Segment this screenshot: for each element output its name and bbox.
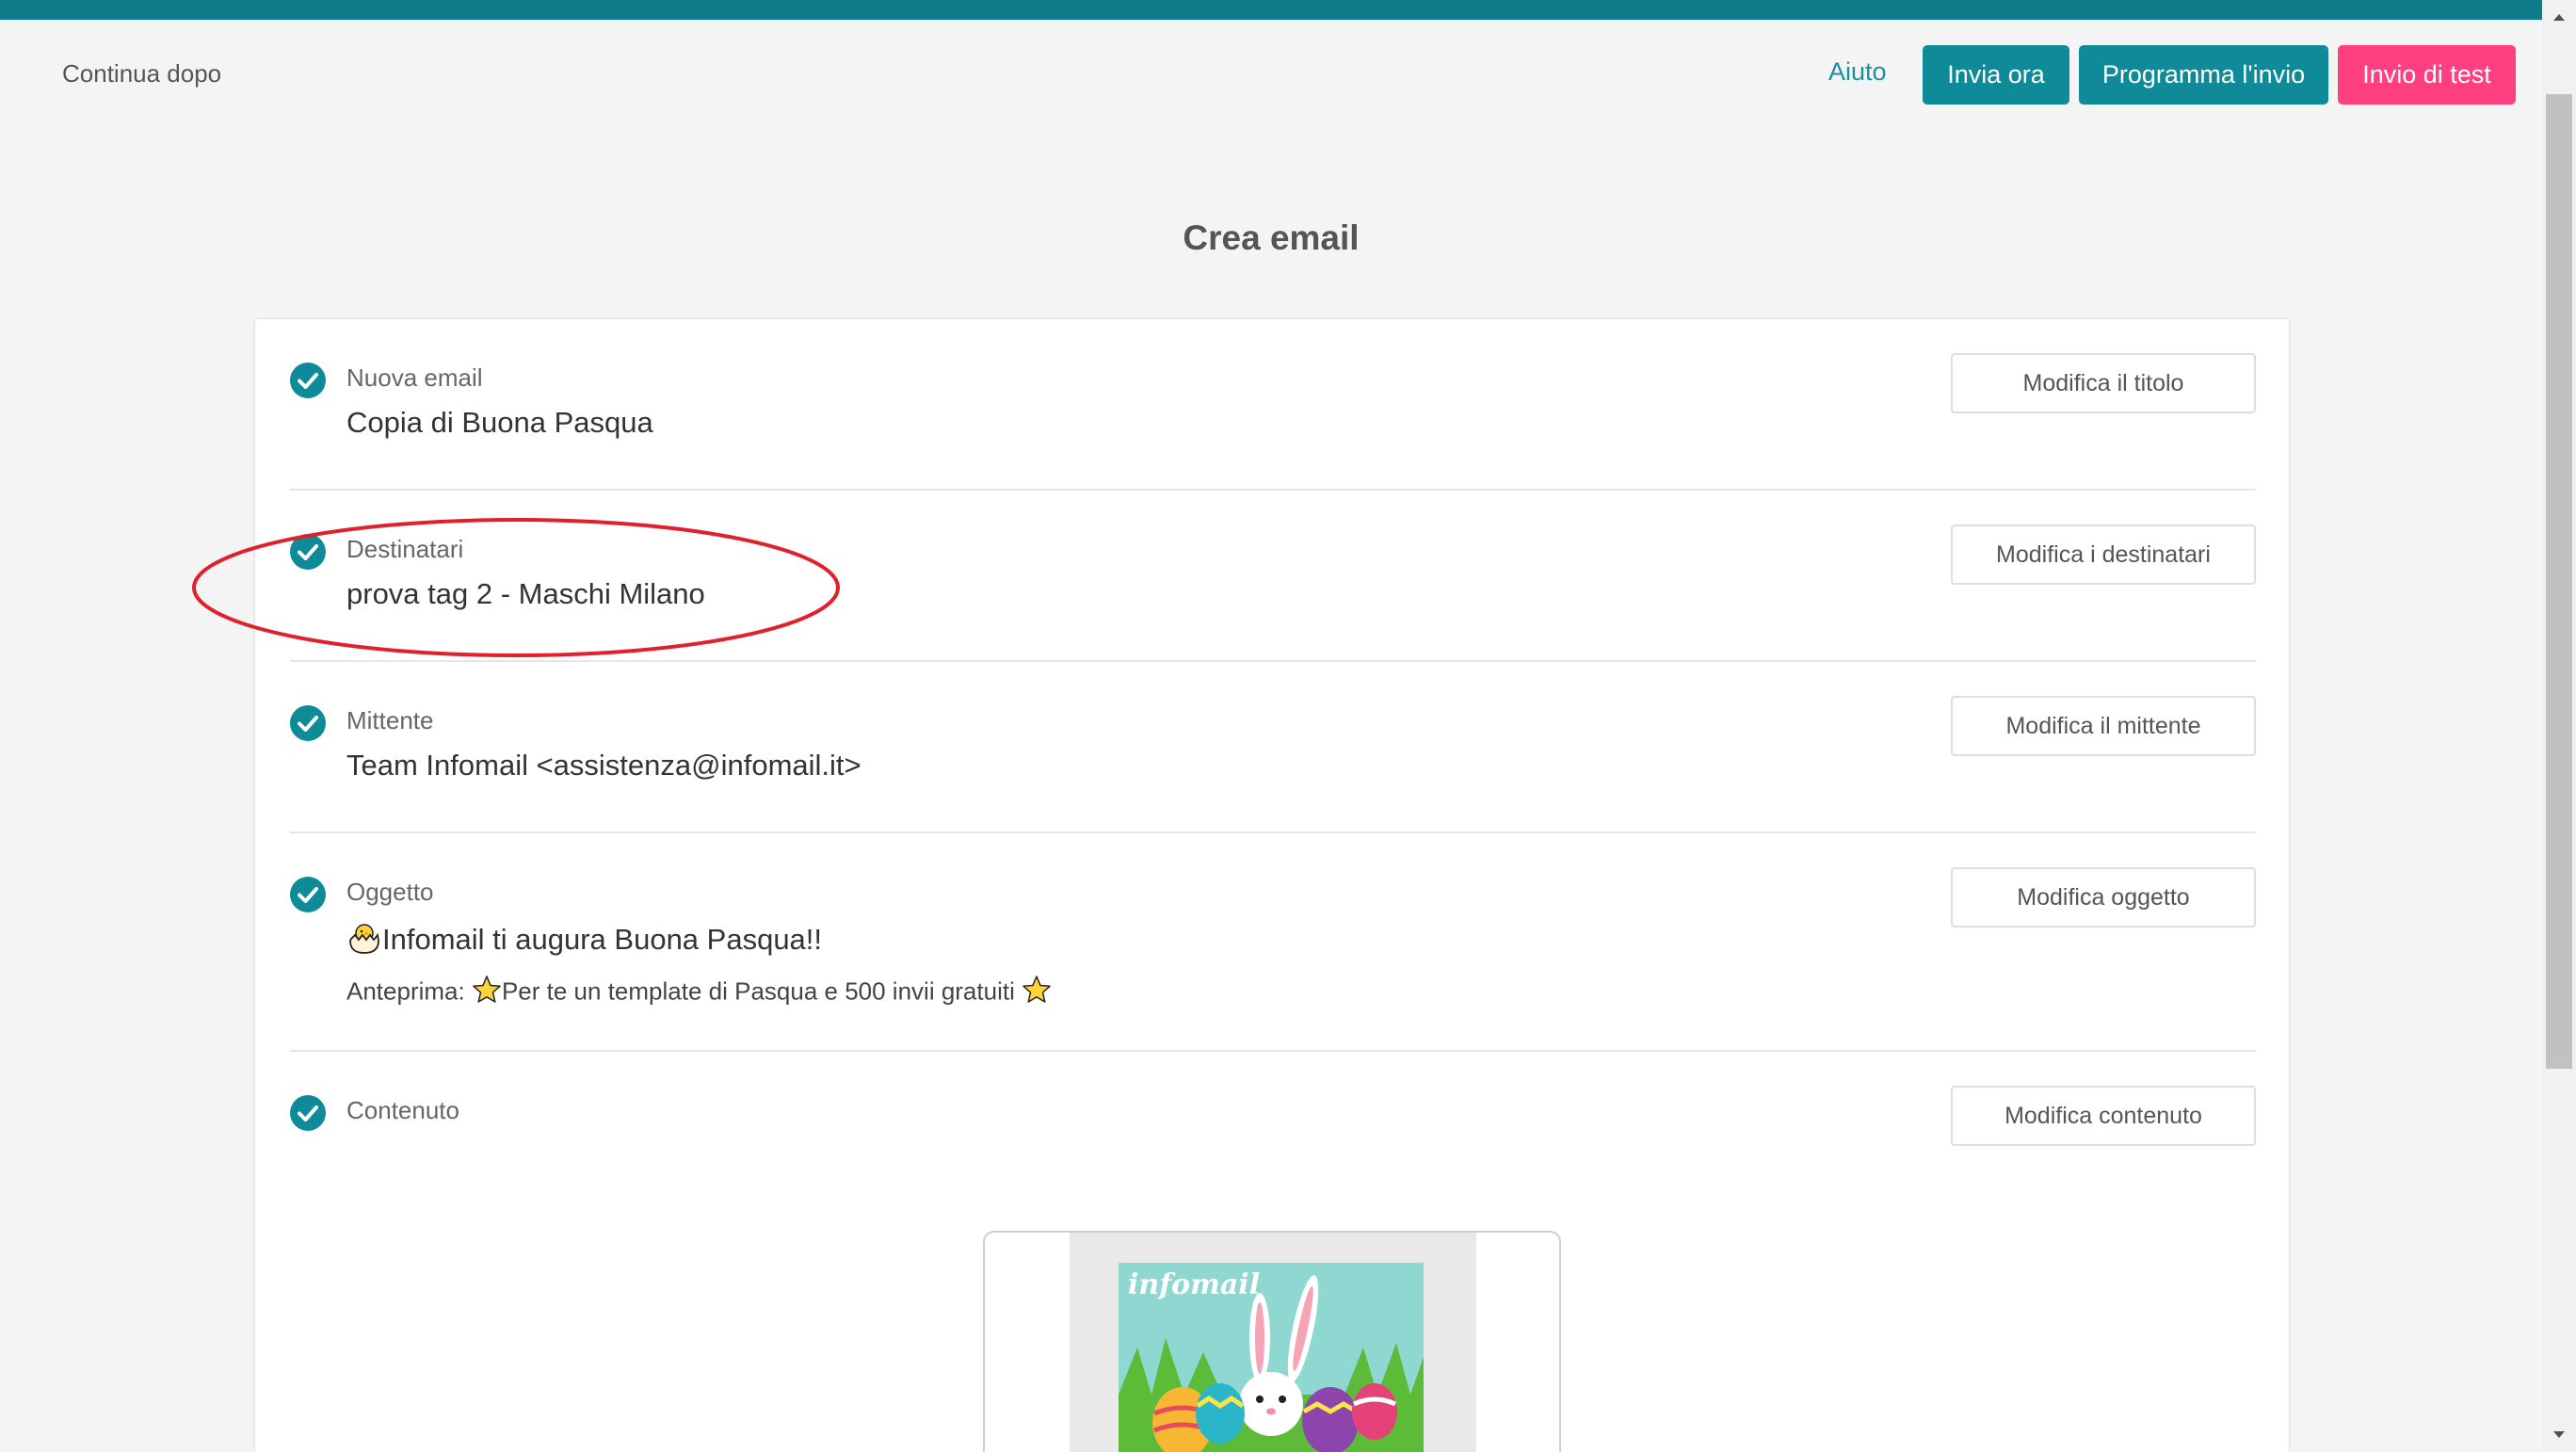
scroll-up-icon[interactable] xyxy=(2542,0,2576,34)
section-label: Nuova email xyxy=(346,363,483,392)
section-label: Oggetto xyxy=(346,878,434,906)
test-send-button[interactable]: Invio di test xyxy=(2338,45,2516,105)
section-sender: Mittente Team Infomail <assistenza@infom… xyxy=(290,662,2256,833)
check-circle-icon xyxy=(290,1095,326,1131)
preview-line: Anteprima: Per te un template di Pasqua … xyxy=(346,975,1052,1011)
check-circle-icon xyxy=(290,705,326,741)
easter-banner-image: infomail xyxy=(1119,1263,1424,1452)
edit-content-button[interactable]: Modifica contenuto xyxy=(1951,1086,2256,1146)
preview-text: Per te un template di Pasqua e 500 invii… xyxy=(501,976,1015,1006)
subject-value: Infomail ti augura Buona Pasqua!! xyxy=(382,923,823,957)
sender-value: Team Infomail <assistenza@infomail.it> xyxy=(346,749,861,782)
subject-line: Infomail ti augura Buona Pasqua!! xyxy=(346,920,822,963)
vertical-scrollbar[interactable] xyxy=(2542,0,2576,1452)
send-now-button[interactable]: Invia ora xyxy=(1923,45,2069,105)
help-link[interactable]: Aiuto xyxy=(1828,57,1887,87)
section-label: Contenuto xyxy=(346,1096,459,1124)
preview-body: infomail xyxy=(1070,1233,1476,1452)
continue-later-link[interactable]: Continua dopo xyxy=(62,59,221,89)
hatching-chick-icon xyxy=(346,920,382,963)
top-toolbar: Continua dopo Aiuto Invia ora Programma … xyxy=(0,20,2542,125)
easter-bunny-illustration xyxy=(1119,1275,1424,1452)
schedule-send-button[interactable]: Programma l'invio xyxy=(2079,45,2328,105)
edit-sender-button[interactable]: Modifica il mittente xyxy=(1951,696,2256,756)
section-content: Contenuto Modifica contenuto xyxy=(290,1052,2256,1184)
star-icon xyxy=(472,975,502,1011)
star-icon xyxy=(1022,975,1052,1011)
page-title: Crea email xyxy=(1183,218,1360,257)
edit-title-button[interactable]: Modifica il titolo xyxy=(1951,353,2256,413)
preview-prefix: Anteprima: xyxy=(346,976,465,1006)
section-label: Mittente xyxy=(346,706,434,734)
top-accent-bar xyxy=(0,0,2542,20)
email-content-preview[interactable]: infomail xyxy=(983,1231,1561,1452)
check-circle-icon xyxy=(290,877,326,912)
check-circle-icon xyxy=(290,363,326,398)
scrollbar-thumb[interactable] xyxy=(2546,94,2572,1069)
scroll-down-icon[interactable] xyxy=(2542,1418,2576,1452)
section-email-title: Nuova email Copia di Buona Pasqua Modifi… xyxy=(290,319,2256,491)
section-subject: Oggetto Infomail ti augura Buona Pasqua!… xyxy=(290,833,2256,1052)
email-title-value: Copia di Buona Pasqua xyxy=(346,406,653,439)
annotation-ellipse xyxy=(192,518,840,657)
edit-subject-button[interactable]: Modifica oggetto xyxy=(1951,867,2256,928)
email-summary-card: Nuova email Copia di Buona Pasqua Modifi… xyxy=(254,318,2290,1452)
edit-recipients-button[interactable]: Modifica i destinatari xyxy=(1951,524,2256,585)
